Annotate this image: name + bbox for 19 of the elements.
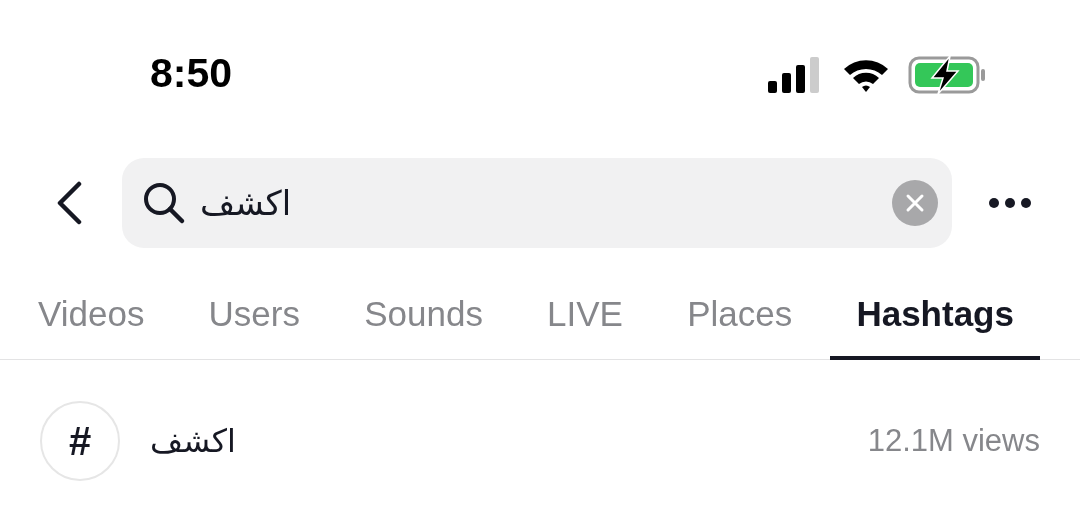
wifi-icon <box>842 57 890 93</box>
tab[interactable]: Videos <box>12 286 171 360</box>
more-icon <box>988 197 1032 209</box>
view-count: 12.1M views <box>867 423 1040 459</box>
hashtag-badge: # <box>40 401 120 481</box>
tab[interactable]: LIVE <box>521 286 649 360</box>
hashtag-name[interactable]: اكشف <box>150 422 868 460</box>
tab[interactable]: Places <box>661 286 819 360</box>
tab[interactable]: Sounds <box>338 286 509 360</box>
tab[interactable]: Hashtags <box>830 286 1040 360</box>
search-icon <box>142 181 186 225</box>
search-input[interactable]: اكشف <box>198 172 892 234</box>
battery-charging-icon <box>908 56 988 94</box>
tab[interactable]: Users <box>182 286 326 360</box>
search-field[interactable]: اكشف <box>122 158 952 248</box>
status-time: 8:50 <box>150 50 233 96</box>
close-icon <box>905 193 925 213</box>
more-button[interactable] <box>988 196 1032 210</box>
chevron-left-icon <box>55 181 83 225</box>
